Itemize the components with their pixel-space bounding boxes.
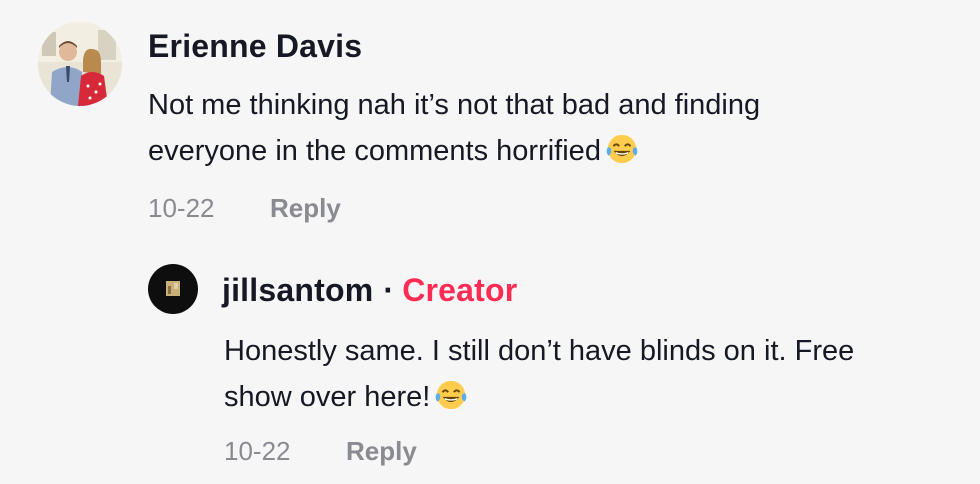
comment-username[interactable]: jillsantom [222,272,373,308]
comment-text: Not me thinking nah it’s not that bad an… [148,82,948,174]
comment-date: 10-22 [224,436,291,466]
comment-date: 10-22 [148,193,215,223]
separator-dot: · [383,272,395,308]
comment-text: Honestly same. I still don’t have blinds… [224,328,964,420]
comment-text-line: everyone in the comments horrified [148,128,948,174]
comment-text-line: show over here! [224,374,964,420]
creator-badge: Creator [402,272,518,308]
avatar[interactable] [38,22,122,106]
comment: Erienne Davis Not me thinking nah it’s n… [0,0,980,240]
reply-comment: jillsantom · Creator Honestly same. I stil… [0,240,980,484]
comment-username-row: jillsantom · Creator [222,272,517,309]
laughing-tears-emoji-icon [606,135,638,164]
reply-button[interactable]: Reply [270,193,341,224]
reply-button[interactable]: Reply [346,436,417,467]
laughing-tears-emoji-icon [435,381,467,410]
avatar[interactable] [148,264,198,314]
comment-text-line: Honestly same. I still don’t have blinds… [224,335,855,367]
comment-text-line: Not me thinking nah it’s not that bad an… [148,89,761,121]
comment-username[interactable]: Erienne Davis [148,28,362,65]
